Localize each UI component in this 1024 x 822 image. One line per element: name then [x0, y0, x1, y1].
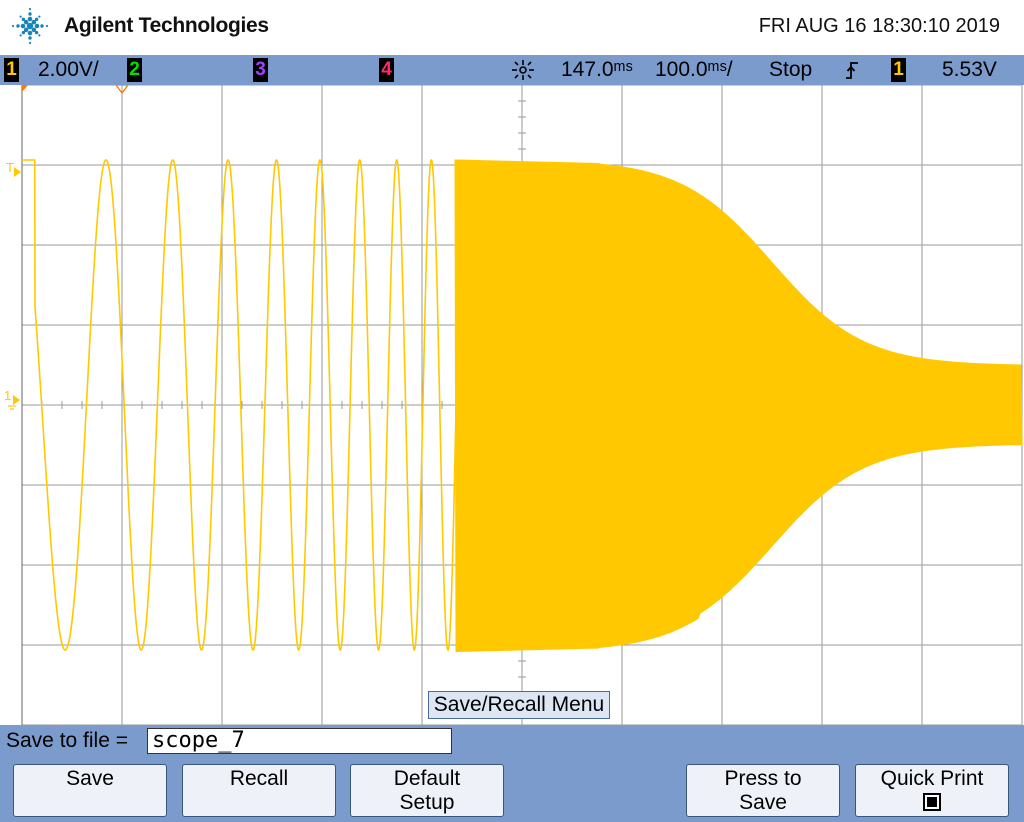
trigger-source-indicator[interactable]: 1: [891, 58, 906, 82]
save-file-row: Save to file = scope_7: [0, 725, 1024, 758]
default-setup-line2: Setup: [399, 791, 455, 814]
quick-print-softkey[interactable]: Quick Print: [855, 764, 1009, 817]
default-setup-softkey[interactable]: Default Setup: [350, 764, 504, 817]
softkey-bar: Save Recall Default Setup Press to Save …: [0, 758, 1024, 822]
agilent-spark-icon: [11, 7, 49, 45]
recall-softkey[interactable]: Recall: [182, 764, 336, 817]
header: Agilent Technologies FRI AUG 16 18:30:10…: [0, 0, 1024, 55]
datetime: FRI AUG 16 18:30:10 2019: [758, 15, 1000, 37]
quick-print-label: Quick Print: [880, 767, 984, 790]
trigger-level-marker: T: [6, 160, 14, 175]
horizontal-delay[interactable]: 147.0ᵐˢ: [561, 58, 633, 82]
default-setup-line1: Default: [393, 767, 461, 790]
channel-4-indicator[interactable]: 4: [379, 58, 394, 82]
channel-2-indicator[interactable]: 2: [127, 58, 142, 82]
trigger-edge-icon: [846, 62, 858, 79]
filename-field[interactable]: scope_7: [147, 728, 452, 754]
press-to-save-line2: Save: [739, 791, 787, 814]
trigger-level[interactable]: 5.53V: [942, 58, 997, 82]
checkbox-icon: [923, 793, 941, 811]
status-bar: 1 2.00V/ 2 3 4 147.0ᵐˢ 100.0ᵐˢ/ Stop 1 5…: [0, 55, 1024, 85]
channel-3-indicator[interactable]: 3: [253, 58, 268, 82]
press-to-save-softkey[interactable]: Press to Save: [686, 764, 840, 817]
run-state[interactable]: Stop: [769, 58, 812, 82]
channel-1-ground-marker: 1: [4, 388, 11, 403]
menu-title: Save/Recall Menu: [428, 691, 610, 719]
waveform-display: T1 Save/Recall Menu: [0, 85, 1024, 725]
timebase-scale[interactable]: 100.0ᵐˢ/: [655, 58, 733, 82]
save-to-file-label: Save to file =: [6, 729, 128, 752]
graticule: T1: [4, 85, 1023, 725]
save-softkey[interactable]: Save: [13, 764, 167, 817]
press-to-save-line1: Press to: [724, 767, 802, 790]
channel-1-scale[interactable]: 2.00V/: [38, 58, 99, 82]
delay-sunburst-icon: [512, 60, 534, 80]
brand-title: Agilent Technologies: [64, 14, 269, 37]
save-softkey-label: Save: [66, 767, 114, 790]
channel-1-indicator[interactable]: 1: [4, 58, 19, 82]
recall-softkey-label: Recall: [229, 767, 289, 790]
